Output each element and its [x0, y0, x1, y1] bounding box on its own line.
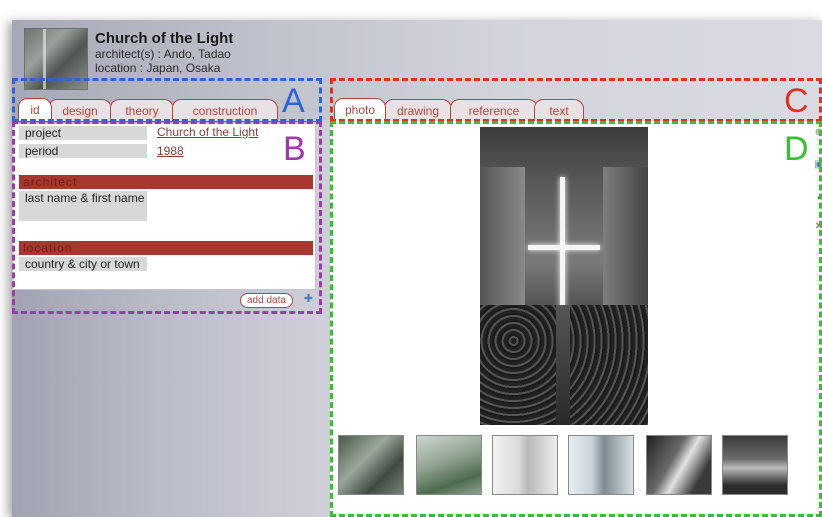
photo-light-cross-horizontal: [528, 245, 600, 250]
architect-section-header: architect: [19, 175, 313, 189]
save-icon[interactable]: ▪: [814, 193, 822, 205]
tab-text[interactable]: text: [534, 99, 584, 121]
tab-theory[interactable]: theory: [110, 99, 174, 121]
building-thumbnail: [24, 28, 88, 90]
photo-aisle: [556, 305, 570, 425]
period-value-link[interactable]: 1988: [157, 144, 184, 158]
building-title: Church of the Light: [95, 30, 234, 47]
name-label: last name & first name: [19, 191, 147, 221]
location-section-header: location: [19, 241, 313, 255]
thumbnail-photo[interactable]: [722, 435, 788, 495]
application-window: Church of the Light architect(s) : Ando,…: [12, 20, 822, 517]
project-label: project: [19, 126, 147, 140]
left-tab-baseline: [12, 121, 318, 122]
image-icon[interactable]: ▣: [814, 159, 822, 171]
plus-icon[interactable]: ✚: [302, 293, 315, 306]
country-label: country & city or town: [19, 257, 147, 271]
delete-icon[interactable]: ✕: [814, 221, 822, 233]
add-data-button[interactable]: add data: [240, 293, 293, 308]
annotation-label-a: A: [282, 82, 305, 120]
location-line: location : Japan, Osaka: [95, 61, 221, 75]
main-photo[interactable]: [480, 127, 648, 425]
tab-photo[interactable]: photo: [334, 98, 386, 121]
thumbnail-photo[interactable]: [646, 435, 712, 495]
thumbnail-photo[interactable]: [492, 435, 558, 495]
id-data-panel: project Church of the Light period 1988 …: [12, 123, 316, 290]
annotation-label-c: C: [784, 82, 809, 120]
annotation-label-b: B: [283, 130, 306, 168]
period-label: period: [19, 144, 147, 158]
tab-construction[interactable]: construction: [172, 99, 278, 121]
tab-reference[interactable]: reference: [450, 99, 538, 121]
project-value-link[interactable]: Church of the Light: [157, 125, 258, 139]
thumbnail-photo[interactable]: [568, 435, 634, 495]
thumbnail-photo[interactable]: [416, 435, 482, 495]
tab-design[interactable]: design: [48, 99, 112, 121]
annotation-label-d: D: [784, 130, 809, 168]
tab-drawing[interactable]: drawing: [384, 99, 452, 121]
architect-line: architect(s) : Ando, Tadao: [95, 47, 231, 61]
photo-panel: ⊕ ▣ ▪ ✕: [329, 121, 822, 517]
tab-id[interactable]: id: [18, 98, 52, 121]
thumbnail-photo[interactable]: [338, 435, 404, 495]
zoom-icon[interactable]: ⊕: [814, 127, 822, 139]
